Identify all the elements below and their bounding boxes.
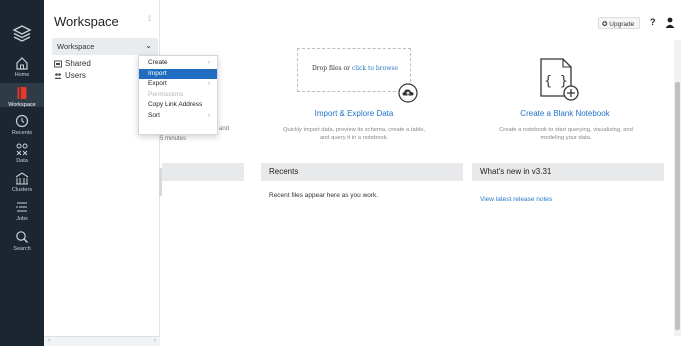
shared-folder-icon (54, 60, 62, 67)
scroll-right-icon[interactable]: › (154, 337, 156, 344)
pin-icon[interactable]: ⟟ (148, 14, 151, 24)
partial-text: and (219, 126, 230, 132)
layers-logo-icon[interactable] (12, 24, 32, 44)
clock-icon (15, 114, 29, 128)
sidebar-item-search[interactable]: Search (0, 229, 44, 253)
sidebar-item-data[interactable]: Data (0, 141, 44, 165)
release-notes-link[interactable]: View latest release notes (480, 196, 552, 203)
cloud-upload-icon[interactable] (398, 83, 418, 103)
browse-link[interactable]: click to browse (352, 65, 398, 72)
svg-text:{ }: { } (544, 74, 567, 89)
whats-new-section-header: What's new in v3.31 (472, 163, 664, 181)
create-blank-notebook-link[interactable]: Create a Blank Notebook (480, 109, 650, 118)
recents-empty-message: Recent files appear here as you work. (269, 192, 379, 199)
help-button[interactable]: ? (650, 17, 656, 27)
recents-section-header: Recents (261, 163, 463, 181)
sidebar-item-label: Home (14, 72, 30, 78)
upgrade-icon: ✪ (602, 20, 608, 28)
scroll-left-icon[interactable]: ‹ (48, 337, 50, 344)
menu-item-copy-link-address[interactable]: Copy Link Address (139, 100, 217, 111)
import-card-desc-line: and query it in a notebook. (319, 135, 389, 141)
import-card-desc-line: Quickly import data, preview its schema,… (282, 127, 426, 133)
drop-zone-text: Drop files or (311, 65, 352, 72)
chevron-right-icon: › (208, 81, 210, 87)
sidebar-item-label: Jobs (16, 216, 28, 222)
sidebar-item-label: Recents (11, 130, 33, 136)
workspace-panel-title: Workspace (54, 14, 119, 29)
menu-item-label: Permissions (148, 90, 184, 98)
upgrade-button[interactable]: ✪ Upgrade (598, 17, 640, 29)
data-icon (16, 143, 28, 156)
menu-item-label: Import (148, 69, 167, 77)
notebook-card-desc-line: Create a notebook to start querying, vis… (499, 127, 633, 133)
context-menu: Create › Import Export › Permissions Cop… (138, 55, 218, 135)
notebook-card-desc-line: modeling your data. (540, 135, 592, 141)
clusters-icon (15, 172, 29, 185)
users-icon (54, 72, 62, 79)
chevron-right-icon: › (208, 60, 210, 66)
user-account-icon[interactable] (665, 17, 675, 28)
sidebar-item-label: Data (16, 158, 28, 164)
left-nav-sidebar: Home Workspace Recents Data Clusters Job… (0, 0, 44, 346)
sidebar-item-clusters[interactable]: Clusters (0, 170, 44, 194)
file-drop-zone[interactable]: Drop files or click to browse (297, 48, 411, 92)
sidebar-item-recents[interactable]: Recents (0, 113, 44, 137)
menu-item-create[interactable]: Create › (139, 58, 217, 69)
menu-item-export[interactable]: Export › (139, 79, 217, 90)
import-explore-data-link[interactable]: Import & Explore Data (270, 109, 438, 118)
workspace-panel: Workspace ⟟ Workspace ⌄ Shared Users ‹ › (44, 0, 160, 346)
menu-item-sort[interactable]: Sort › (139, 111, 217, 122)
horizontal-scrollbar[interactable]: ‹ › (44, 336, 160, 346)
sidebar-item-home[interactable]: Home (0, 55, 44, 79)
notebook-icon[interactable]: { } (537, 56, 579, 102)
sidebar-item-label: Search (13, 246, 31, 252)
sidebar-item-workspace[interactable]: Workspace (0, 83, 44, 108)
sidebar-item-label: Workspace (8, 102, 36, 108)
workspace-item-users[interactable]: Users (54, 71, 86, 80)
workspace-item-shared[interactable]: Shared (54, 59, 91, 68)
notebook-card-description: Create a notebook to start querying, vis… (476, 126, 656, 142)
menu-item-label: Export (148, 80, 167, 87)
scrollbar-thumb[interactable] (675, 82, 680, 330)
section-bar-partial (162, 163, 244, 181)
menu-item-import[interactable]: Import (139, 68, 217, 79)
workspace-item-label: Shared (65, 59, 91, 68)
workspace-icon (17, 87, 27, 99)
search-icon (16, 231, 28, 243)
jobs-icon (16, 202, 27, 212)
partial-text: 5 minutes (160, 136, 187, 142)
home-icon (16, 57, 28, 70)
import-card-description: Quickly import data, preview its schema,… (262, 126, 446, 142)
upgrade-label: Upgrade (609, 20, 635, 28)
workspace-selector-label: Workspace (57, 42, 95, 51)
sidebar-item-jobs[interactable]: Jobs (0, 199, 44, 223)
chevron-right-icon: › (208, 112, 210, 119)
sidebar-item-label: Clusters (11, 187, 33, 193)
menu-item-label: Copy Link Address (148, 101, 203, 108)
chevron-down-icon: ⌄ (145, 41, 152, 50)
menu-item-label: Create (148, 59, 168, 66)
menu-item-permissions: Permissions (139, 90, 217, 101)
menu-item-label: Sort (148, 111, 160, 119)
workspace-item-label: Users (65, 71, 86, 80)
vertical-scrollbar[interactable] (674, 40, 681, 336)
workspace-folder-selector[interactable]: Workspace ⌄ (52, 38, 158, 55)
